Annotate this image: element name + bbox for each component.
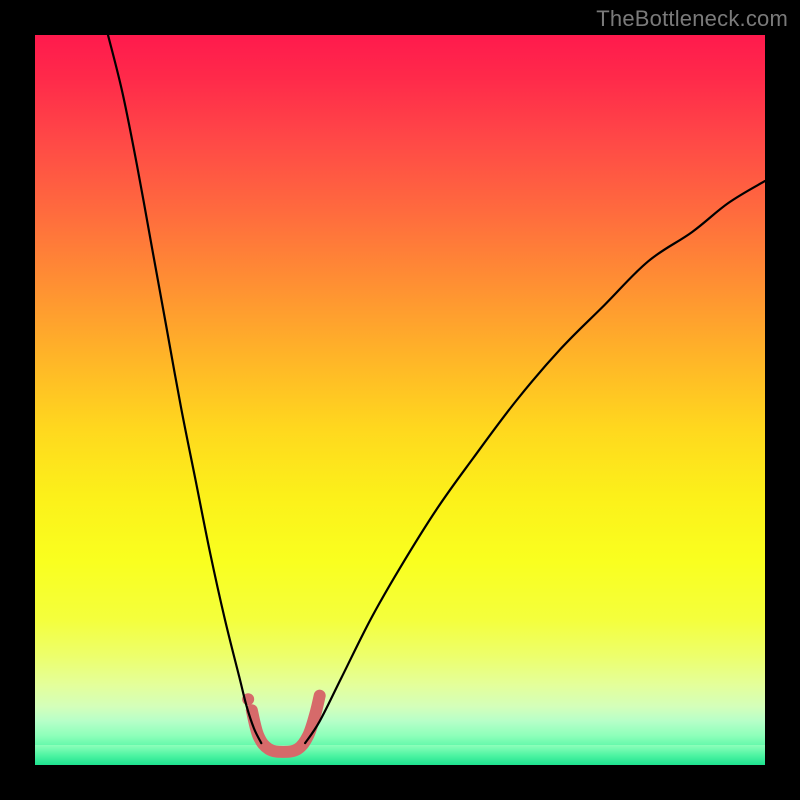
curve-left-branch <box>108 35 261 743</box>
outer-frame: TheBottleneck.com <box>0 0 800 800</box>
curve-overlay <box>35 35 765 765</box>
watermark-text: TheBottleneck.com <box>596 6 788 32</box>
curve-right-branch <box>305 181 765 743</box>
plot-area <box>35 35 765 765</box>
